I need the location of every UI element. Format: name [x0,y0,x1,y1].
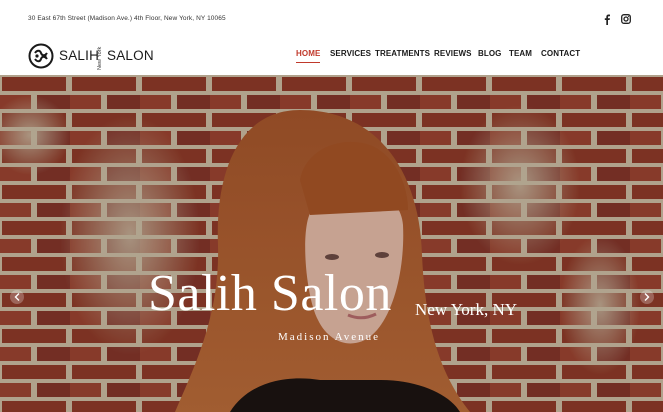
nav-item-team[interactable]: TEAM [509,49,532,58]
main-navbar: SALIH New York SALON HOME SERVICES TREAT… [0,38,663,75]
nav-item-home[interactable]: HOME [296,49,321,63]
instagram-icon[interactable] [620,13,632,25]
logo-subtext: New York [97,46,103,70]
hero-background-image [0,75,663,412]
nav-item-blog[interactable]: BLOG [478,49,502,58]
nav-item-contact[interactable]: CONTACT [541,49,580,58]
nav-item-services[interactable]: SERVICES [330,49,371,58]
hero-slider [0,75,663,412]
chevron-left-icon [14,293,20,301]
slider-prev-button[interactable] [10,290,24,304]
logo-name: SALIH [59,48,100,63]
nav-item-reviews[interactable]: REVIEWS [434,49,472,58]
logo-emblem-icon [28,43,54,69]
address-text: 30 East 67th Street (Madison Ave.) 4th F… [28,15,226,22]
slider-next-button[interactable] [640,290,654,304]
logo-name-second: SALON [107,48,154,63]
hero-subtitle: Madison Avenue [278,331,381,343]
facebook-icon[interactable] [601,13,613,25]
nav-item-treatments[interactable]: TREATMENTS [375,49,430,58]
hero-city: New York, NY [415,300,518,319]
hero-title: Salih Salon [148,265,392,322]
top-bar: 30 East 67th Street (Madison Ave.) 4th F… [0,0,663,38]
chevron-right-icon [644,293,650,301]
site-logo[interactable]: SALIH New York SALON [28,42,154,70]
